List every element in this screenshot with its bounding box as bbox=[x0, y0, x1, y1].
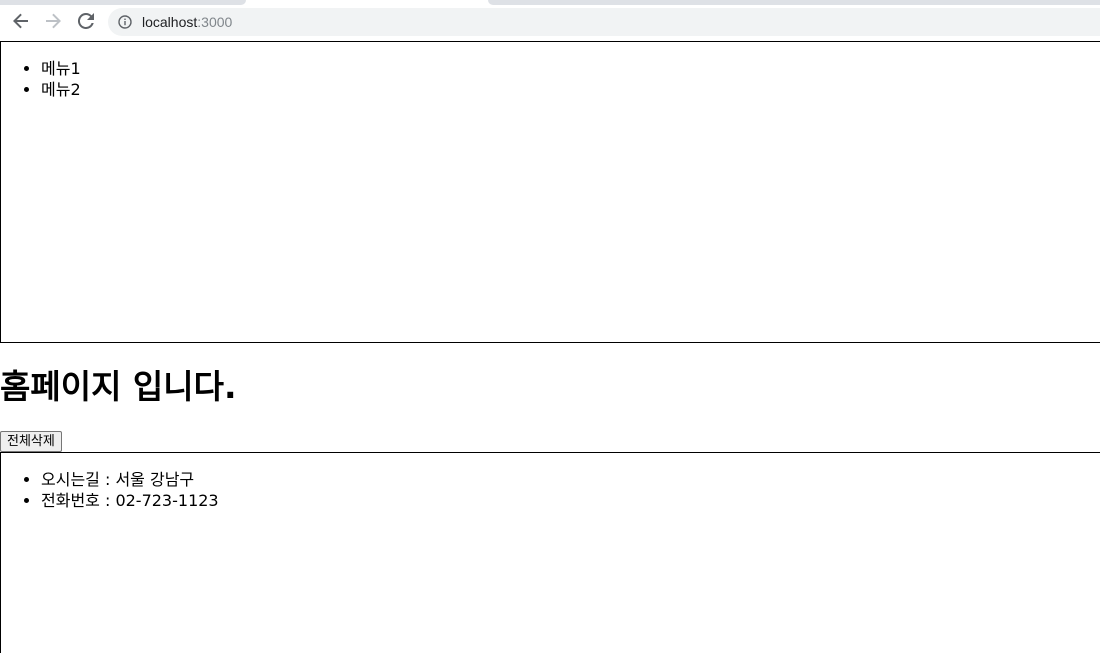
browser-toolbar: localhost:3000 bbox=[0, 0, 1100, 40]
header-section: 메뉴1 메뉴2 bbox=[0, 41, 1100, 343]
arrow-right-icon bbox=[46, 13, 61, 29]
reload-button[interactable] bbox=[75, 10, 97, 32]
forward-button[interactable] bbox=[42, 10, 64, 32]
url-port: :3000 bbox=[197, 14, 233, 30]
footer-section: 오시는길 : 서울 강남구 전화번호 : 02-723-1123 bbox=[0, 452, 1100, 653]
tab-strip bbox=[488, 0, 1100, 5]
reload-icon bbox=[78, 13, 94, 29]
delete-all-button[interactable]: 전체삭제 bbox=[0, 431, 62, 452]
tab-strip bbox=[0, 0, 246, 5]
url-host: localhost bbox=[142, 14, 198, 30]
page-title: 홈페이지 입니다. bbox=[0, 367, 237, 406]
back-button[interactable] bbox=[10, 10, 32, 32]
info-list: 오시는길 : 서울 강남구 전화번호 : 02-723-1123 bbox=[1, 469, 1100, 511]
address-bar[interactable]: localhost:3000 bbox=[108, 8, 1100, 36]
list-item: 오시는길 : 서울 강남구 bbox=[41, 469, 1100, 490]
info-icon[interactable] bbox=[118, 15, 132, 29]
list-item: 전화번호 : 02-723-1123 bbox=[41, 490, 1100, 511]
url-text: localhost:3000 bbox=[142, 14, 232, 30]
menu-item[interactable]: 메뉴2 bbox=[41, 79, 1100, 100]
menu-list: 메뉴1 메뉴2 bbox=[1, 58, 1100, 100]
arrow-left-icon bbox=[13, 13, 28, 29]
menu-item[interactable]: 메뉴1 bbox=[41, 58, 1100, 79]
page-content: 메뉴1 메뉴2 홈페이지 입니다. 전체삭제 오시는길 : 서울 강남구 전화번… bbox=[0, 41, 1100, 653]
